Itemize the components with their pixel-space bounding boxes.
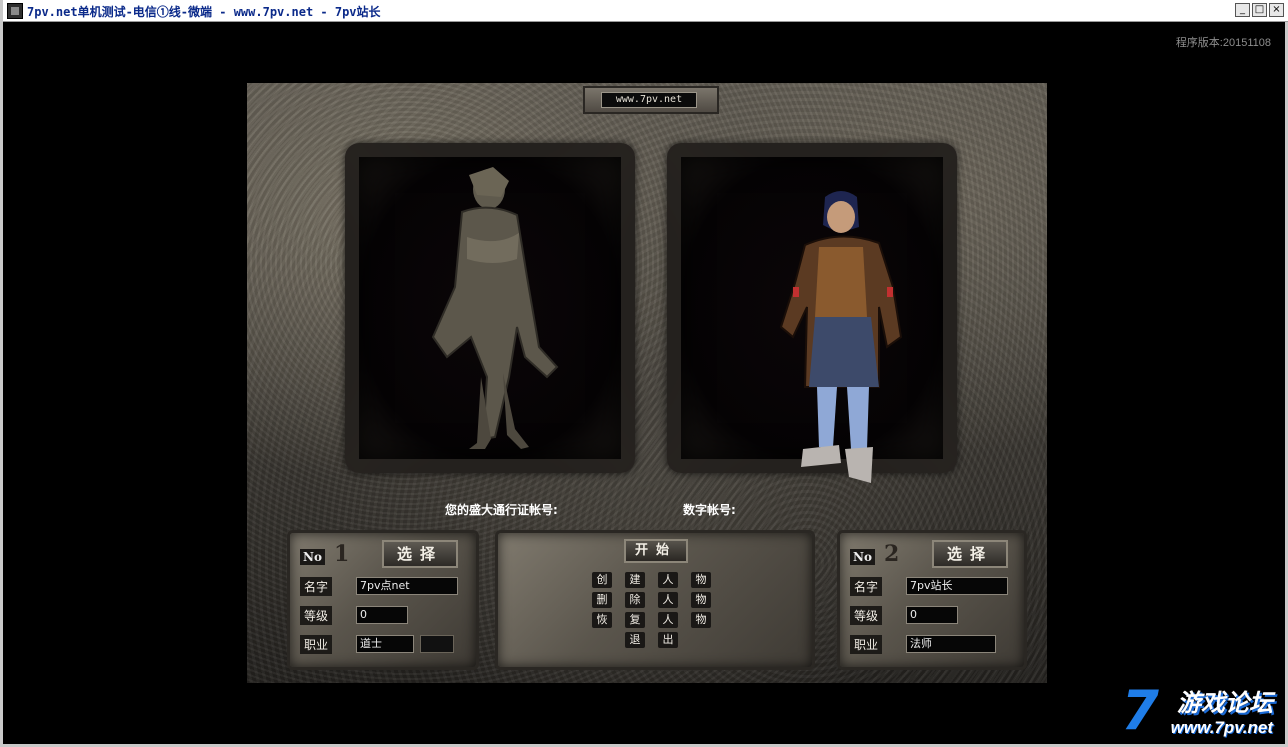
slot-1-job-label: 职业	[300, 635, 333, 654]
create-char-2: 建	[625, 572, 645, 588]
slot-2-name-label: 名字	[850, 577, 883, 596]
restore-char-4: 物	[691, 612, 711, 628]
window-title: 7pv.net单机测试-电信①线-微端 - www.7pv.net - 7pv站…	[27, 5, 381, 19]
slot-2-panel: No 2 选择 名字 7pv站长 等级 0 职业 法师	[837, 530, 1027, 670]
delete-char-3: 人	[658, 592, 678, 608]
slot-1-name-field: 7pv点net	[356, 577, 458, 595]
minimize-button[interactable]: _	[1235, 3, 1250, 17]
restore-char-3: 人	[658, 612, 678, 628]
watermark-url: www.7pv.net	[1170, 718, 1273, 737]
slot-2-job-label: 职业	[850, 635, 883, 654]
restore-char-1: 恢	[592, 612, 612, 628]
slot-2-level-label: 等级	[850, 606, 883, 625]
plaque-url-text: www.7pv.net	[601, 92, 697, 108]
mage-character-figure[interactable]	[775, 187, 915, 487]
slot-2-select-button[interactable]: 选择	[932, 540, 1008, 568]
watermark-title: 游戏论坛	[1177, 689, 1273, 717]
slot-2-no-label: No	[850, 549, 875, 565]
exit-char-2: 出	[658, 632, 678, 648]
slot-1-select-button[interactable]: 选择	[382, 540, 458, 568]
taoist-statue-figure[interactable]	[407, 167, 567, 457]
slot-1-panel: No 1 选择 名字 7pv点net 等级 0 职业 道士	[287, 530, 479, 670]
slot-1-number: 1	[334, 541, 350, 567]
slot-2-job-field: 法师	[906, 635, 996, 653]
delete-character-button[interactable]: 删 除 人 物	[592, 592, 724, 610]
slot-2-number: 2	[884, 541, 900, 567]
title-bar[interactable]: 7pv.net单机测试-电信①线-微端 - www.7pv.net - 7pv站…	[3, 0, 1288, 22]
slot-1-job-extra-field	[420, 635, 454, 653]
numeric-account-label: 数字帐号:	[683, 503, 736, 517]
delete-char-1: 删	[592, 592, 612, 608]
slot-1-job-field: 道士	[356, 635, 414, 653]
close-button[interactable]: ×	[1269, 3, 1284, 17]
exit-button[interactable]: 退 出	[625, 632, 691, 650]
delete-char-4: 物	[691, 592, 711, 608]
menu-panel: 开始 创 建 人 物 删 除 人 物 恢 复 人 物 退 出	[495, 530, 815, 670]
url-plaque: www.7pv.net	[583, 86, 719, 114]
start-game-button[interactable]: 开始	[624, 539, 688, 563]
restore-char-2: 复	[625, 612, 645, 628]
app-icon[interactable]	[7, 3, 23, 19]
maximize-button[interactable]: □	[1252, 3, 1267, 17]
restore-character-button[interactable]: 恢 复 人 物	[592, 612, 724, 630]
create-character-button[interactable]: 创 建 人 物	[592, 572, 724, 590]
version-label: 程序版本:20151108	[1175, 37, 1271, 49]
slot-1-no-label: No	[300, 549, 325, 565]
create-char-3: 人	[658, 572, 678, 588]
game-window: 7pv.net单机测试-电信①线-微端 - www.7pv.net - 7pv站…	[0, 0, 1288, 747]
delete-char-2: 除	[625, 592, 645, 608]
watermark-seven: 7	[1121, 679, 1159, 742]
create-char-1: 创	[592, 572, 612, 588]
slot-1-level-label: 等级	[300, 606, 333, 625]
sdo-account-label: 您的盛大通行证帐号:	[445, 503, 558, 517]
create-char-4: 物	[691, 572, 711, 588]
slot-2-level-field: 0	[906, 606, 958, 624]
exit-char-1: 退	[625, 632, 645, 648]
slot-1-level-field: 0	[356, 606, 408, 624]
slot-2-name-field: 7pv站长	[906, 577, 1008, 595]
slot-1-name-label: 名字	[300, 577, 333, 596]
character-select-screen: www.7pv.net 您的盛大通行证帐号: 数字帐号: No 1 选择 名字 …	[247, 83, 1047, 683]
